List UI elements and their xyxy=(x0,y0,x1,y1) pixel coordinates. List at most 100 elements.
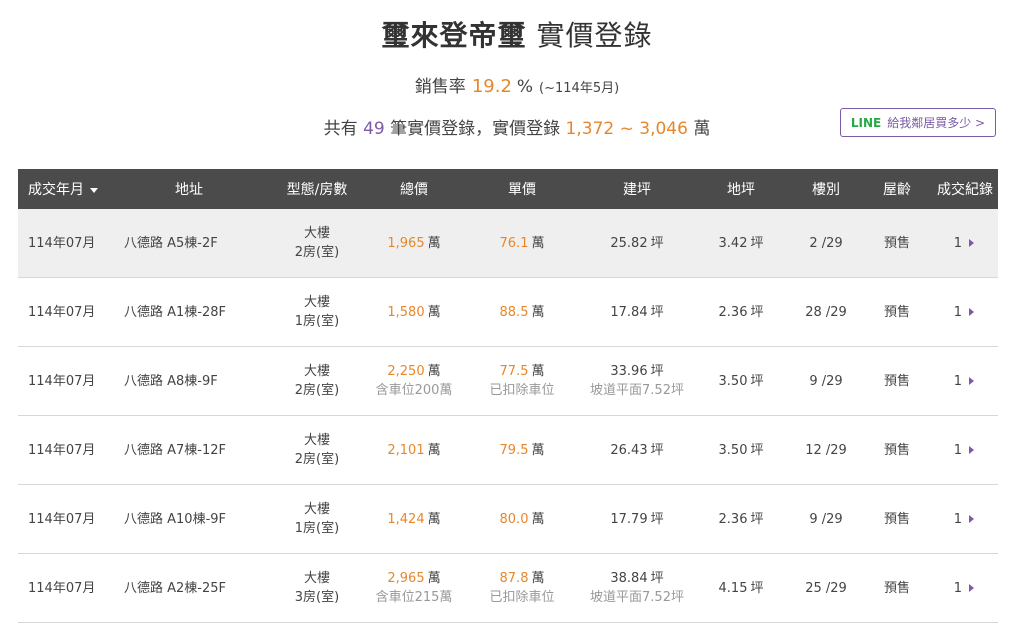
building-type: 大樓 xyxy=(303,226,330,241)
table-row[interactable]: 114年07月 八德路 A2棟-25F 大樓 3房(室) 2,965 萬含車位215萬 87… xyxy=(18,553,998,623)
cell-age: 預售 xyxy=(862,277,932,347)
cell-age: 預售 xyxy=(862,209,932,278)
room-count: 2房(室) xyxy=(294,245,340,260)
cell-unit-price: 80.0 萬 xyxy=(462,484,582,554)
table-row[interactable]: 114年07月 八德路 A8棟-9F 大樓 2房(室) 2,250 萬含車位200萬 77.… xyxy=(18,346,998,416)
record-count-value: 1 xyxy=(953,511,962,527)
unit-price: 80.0 xyxy=(499,511,529,527)
building-type: 大樓 xyxy=(303,571,330,586)
cell-floor: 9 /29 xyxy=(790,484,862,554)
table-row[interactable]: 114年07月 八德路 A10棟-9F 大樓 1房(室) 1,424 萬 80.0 萬 17.7… xyxy=(18,484,998,554)
total-unit: 萬 xyxy=(427,571,441,586)
ramp-area-note: 坡道平面7.52坪 xyxy=(590,590,684,605)
cell-date: 114年07月 xyxy=(18,346,110,416)
chevron-right-icon xyxy=(969,308,974,316)
unit-price-unit: 萬 xyxy=(531,442,545,458)
cell-floor: 12 /29 xyxy=(790,415,862,485)
cell-age: 預售 xyxy=(862,415,932,485)
unit-price: 77.5 xyxy=(499,364,529,379)
parking-deducted-note: 已扣除車位 xyxy=(489,590,555,605)
cell-land: 2.36 坪 xyxy=(692,277,790,347)
cell-area: 17.79 坪 xyxy=(582,484,692,554)
cell-area: 33.96 坪坡道平面7.52坪 xyxy=(582,346,692,416)
cell-total: 1,580 萬 xyxy=(366,277,462,347)
room-count: 3房(室) xyxy=(294,590,340,605)
table-row[interactable]: 114年07月 八德路 A5棟-2F 大樓 2房(室) 1,965 萬 76.1 萬 25.82… xyxy=(18,209,998,278)
unit-price-unit: 萬 xyxy=(531,571,545,586)
cell-total: 2,101 萬 xyxy=(366,415,462,485)
total-unit: 萬 xyxy=(427,304,441,320)
table-header-row: 成交年月 地址 型態/房數 總價 單價 建坪 地坪 樓別 屋齡 成交紀錄 xyxy=(18,169,998,209)
room-count: 1房(室) xyxy=(294,521,340,536)
area-unit: 坪 xyxy=(650,442,664,458)
transactions-table: 成交年月 地址 型態/房數 總價 單價 建坪 地坪 樓別 屋齡 成交紀錄 114… xyxy=(18,169,998,623)
col-header-date-sort[interactable]: 成交年月 xyxy=(18,169,110,209)
page-title-suffix: 實價登錄 xyxy=(536,19,653,52)
cell-address: 八德路 A1棟-28F xyxy=(110,277,268,347)
building-type: 大樓 xyxy=(303,364,330,379)
col-header-address: 地址 xyxy=(110,169,268,209)
cell-floor: 28 /29 xyxy=(790,277,862,347)
unit-price-unit: 萬 xyxy=(531,304,545,320)
price-range-unit: 萬 xyxy=(693,119,711,139)
table-row[interactable]: 114年07月 八德路 A7棟-12F 大樓 2房(室) 2,101 萬 79.5 萬 26.4… xyxy=(18,415,998,485)
col-header-age: 屋齡 xyxy=(862,169,932,209)
land-area: 3.50 xyxy=(718,442,748,458)
land-unit: 坪 xyxy=(750,511,764,527)
sales-rate-percent: % xyxy=(516,77,534,97)
sales-rate: 銷售率 19.2% (~114年5月) xyxy=(0,72,1034,97)
building-type: 大樓 xyxy=(303,433,330,448)
cell-address: 八德路 A7棟-12F xyxy=(110,415,268,485)
area-unit: 坪 xyxy=(650,364,664,379)
building-area: 25.82 xyxy=(610,235,648,251)
cell-record[interactable]: 1 xyxy=(932,553,998,623)
cell-date: 114年07月 xyxy=(18,484,110,554)
cell-unit-price: 88.5 萬 xyxy=(462,277,582,347)
cell-date: 114年07月 xyxy=(18,209,110,278)
cell-record[interactable]: 1 xyxy=(932,209,998,278)
sales-rate-period: (~114年5月) xyxy=(539,81,620,96)
record-count-value: 1 xyxy=(953,304,962,320)
record-count-value: 1 xyxy=(953,580,962,596)
chevron-right-icon xyxy=(969,584,974,592)
unit-price-unit: 萬 xyxy=(531,364,545,379)
building-area: 38.84 xyxy=(610,571,648,586)
building-type: 大樓 xyxy=(303,502,330,517)
line-logo-icon: LINE xyxy=(850,115,882,130)
cell-record[interactable]: 1 xyxy=(932,484,998,554)
cell-unit-price: 79.5 萬 xyxy=(462,415,582,485)
cell-age: 預售 xyxy=(862,484,932,554)
col-header-type: 型態/房數 xyxy=(268,169,366,209)
record-count-value: 1 xyxy=(953,373,962,389)
land-unit: 坪 xyxy=(750,442,764,458)
line-share-button[interactable]: LINE 給我鄰居買多少 > xyxy=(840,108,996,137)
sort-desc-icon xyxy=(90,187,98,193)
cell-area: 38.84 坪坡道平面7.52坪 xyxy=(582,553,692,623)
area-unit: 坪 xyxy=(650,235,664,251)
cell-type: 大樓 1房(室) xyxy=(268,277,366,347)
unit-price: 79.5 xyxy=(499,442,529,458)
land-unit: 坪 xyxy=(750,580,764,596)
cell-type: 大樓 2房(室) xyxy=(268,209,366,278)
cell-record[interactable]: 1 xyxy=(932,277,998,347)
sales-rate-value: 19.2 xyxy=(471,76,512,97)
cell-record[interactable]: 1 xyxy=(932,346,998,416)
cell-floor: 9 /29 xyxy=(790,346,862,416)
building-area: 17.84 xyxy=(610,304,648,320)
area-unit: 坪 xyxy=(650,304,664,320)
col-header-land: 地坪 xyxy=(692,169,790,209)
cell-age: 預售 xyxy=(862,553,932,623)
cell-land: 3.42 坪 xyxy=(692,209,790,278)
cell-record[interactable]: 1 xyxy=(932,415,998,485)
table-row[interactable]: 114年07月 八德路 A1棟-28F 大樓 1房(室) 1,580 萬 88.5 萬 17.8… xyxy=(18,277,998,347)
cell-unit-price: 77.5 萬已扣除車位 xyxy=(462,346,582,416)
total-unit: 萬 xyxy=(427,235,441,251)
cell-floor: 2 /29 xyxy=(790,209,862,278)
land-unit: 坪 xyxy=(750,235,764,251)
col-header-area: 建坪 xyxy=(582,169,692,209)
total-unit: 萬 xyxy=(427,364,441,379)
page-title: 璽來登帝璽 實價登錄 xyxy=(0,14,1034,54)
sales-rate-label: 銷售率 xyxy=(414,77,466,97)
total-price: 1,424 xyxy=(387,511,425,527)
cell-address: 八德路 A10棟-9F xyxy=(110,484,268,554)
